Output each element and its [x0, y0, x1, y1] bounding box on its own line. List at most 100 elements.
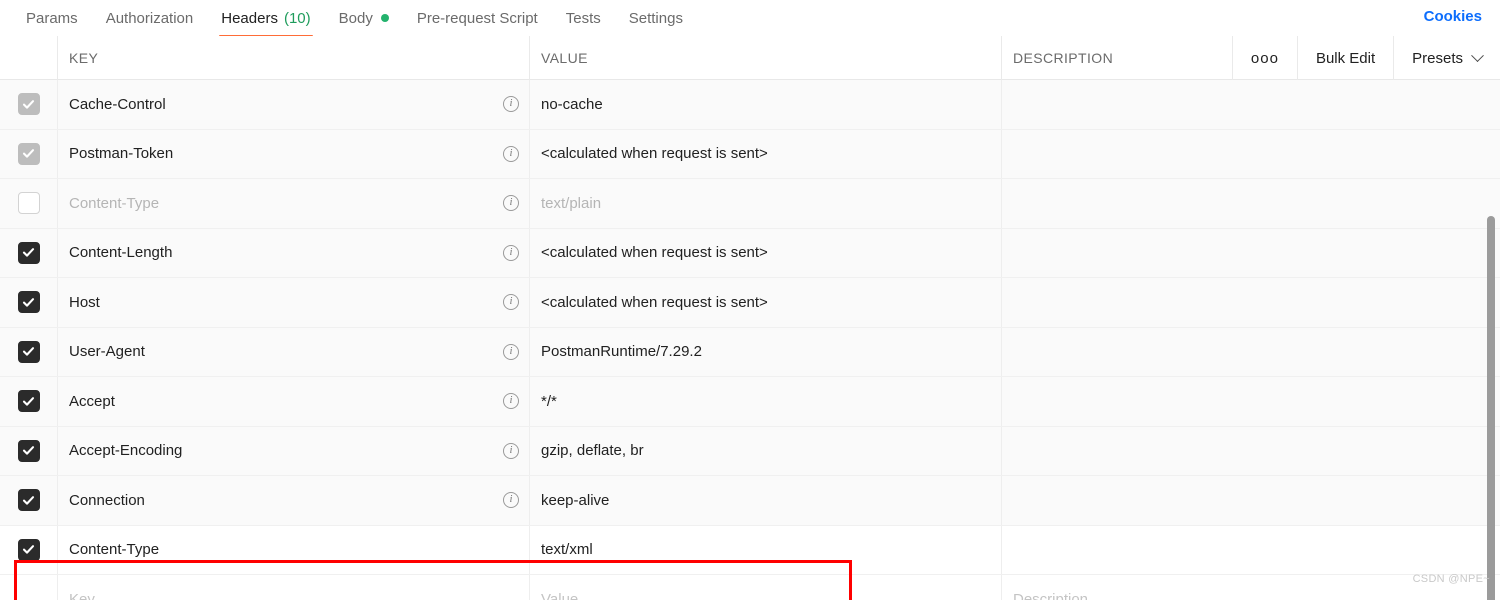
info-icon[interactable]: i — [503, 492, 519, 509]
table-header-row: KEY VALUE DESCRIPTION ooo Bulk Edit Pres… — [0, 36, 1500, 80]
row-key-cell[interactable]: Content-Type — [57, 525, 529, 574]
row-enable-checkbox[interactable] — [17, 489, 40, 512]
row-checkbox-cell — [0, 278, 57, 327]
tab-authorization[interactable]: Authorization — [92, 0, 208, 36]
row-enable-checkbox[interactable] — [17, 142, 40, 165]
row-value-cell[interactable]: no-cache — [529, 80, 1001, 129]
presets-dropdown[interactable]: Presets — [1393, 36, 1500, 80]
info-icon[interactable]: i — [503, 195, 519, 212]
row-enable-checkbox[interactable] — [17, 241, 40, 264]
row-value-cell[interactable]: */* — [529, 377, 1001, 426]
row-value-text: <calculated when request is sent> — [541, 145, 768, 163]
table-row[interactable]: Content-Type i text/plain — [0, 179, 1500, 229]
row-description-cell[interactable] — [1001, 476, 1500, 525]
row-value-cell[interactable]: gzip, deflate, br — [529, 426, 1001, 475]
row-value-cell[interactable]: keep-alive — [529, 476, 1001, 525]
row-key-cell[interactable]: Accept i — [57, 377, 529, 426]
row-enable-checkbox[interactable] — [17, 340, 40, 363]
row-checkbox-cell — [0, 526, 57, 575]
row-value-cell[interactable]: text/xml — [529, 525, 1001, 574]
chevron-down-icon — [1471, 48, 1484, 62]
row-checkbox-cell — [0, 377, 57, 426]
header-cell-key: KEY — [57, 36, 529, 80]
table-row[interactable]: Postman-Token i <calculated when request i… — [0, 129, 1500, 179]
row-key-cell[interactable]: Content-Length i — [57, 228, 529, 277]
table-row[interactable]: Accept-Encoding i gzip, deflate, br — [0, 426, 1500, 476]
row-key-cell[interactable]: Host i — [57, 278, 529, 327]
tab-params[interactable]: Params — [12, 0, 92, 36]
tab-pre-request-script[interactable]: Pre-request Script — [403, 0, 552, 36]
row-description-cell[interactable] — [1001, 377, 1500, 426]
row-value-text: text/xml — [541, 541, 593, 559]
cookies-link[interactable]: Cookies — [1424, 8, 1482, 25]
row-checkbox-cell — [0, 80, 57, 129]
info-icon[interactable]: i — [503, 244, 519, 261]
headers-count-badge: (10) — [283, 9, 311, 27]
info-icon[interactable]: i — [503, 96, 519, 113]
row-description-cell[interactable] — [1001, 80, 1500, 129]
row-key-text: Host — [69, 293, 100, 311]
row-description-cell[interactable] — [1001, 129, 1500, 178]
placeholder-value-input[interactable]: Value — [529, 575, 1001, 600]
bulk-edit-button[interactable]: Bulk Edit — [1296, 36, 1393, 80]
info-icon[interactable]: i — [503, 145, 519, 162]
row-enable-checkbox[interactable] — [17, 192, 40, 215]
row-key-cell[interactable]: Content-Type i — [57, 179, 529, 228]
row-enable-checkbox[interactable] — [17, 291, 40, 314]
placeholder-key-text: Key — [69, 590, 95, 600]
row-value-cell[interactable]: <calculated when request is sent> — [529, 129, 1001, 178]
row-key-text: Cache-Control — [69, 95, 166, 113]
tab-headers[interactable]: Headers (10) — [207, 0, 324, 38]
row-key-cell[interactable]: Cache-Control i — [57, 80, 529, 129]
row-key-cell[interactable]: User-Agent i — [57, 327, 529, 376]
row-description-cell[interactable] — [1001, 278, 1500, 327]
row-description-cell[interactable] — [1001, 426, 1500, 475]
info-icon[interactable]: i — [503, 393, 519, 410]
vertical-scrollbar-track[interactable] — [1487, 124, 1498, 600]
tab-tests[interactable]: Tests — [552, 0, 615, 36]
more-options-icon[interactable]: ooo — [1231, 36, 1297, 80]
row-enable-checkbox[interactable] — [17, 538, 40, 561]
info-icon[interactable]: i — [503, 343, 519, 360]
table-row[interactable]: User-Agent i PostmanRuntime/7.29.2 — [0, 327, 1500, 377]
watermark-text: CSDN @NPE~ — [1412, 573, 1490, 585]
tab-settings[interactable]: Settings — [615, 0, 697, 36]
presets-label: Presets — [1412, 49, 1463, 67]
row-value-cell[interactable]: PostmanRuntime/7.29.2 — [529, 327, 1001, 376]
row-description-cell[interactable] — [1001, 228, 1500, 277]
row-key-cell[interactable]: Accept-Encoding i — [57, 426, 529, 475]
row-description-cell[interactable] — [1001, 525, 1500, 574]
postman-request-pane: Params Authorization Headers (10) Body P… — [0, 0, 1500, 600]
row-value-text: text/plain — [541, 194, 602, 212]
row-enable-checkbox[interactable] — [17, 93, 40, 116]
row-key-text: Content-Type — [69, 194, 160, 212]
header-cell-checkbox — [0, 36, 57, 80]
placeholder-key-input[interactable]: Key — [57, 575, 529, 600]
row-value-cell[interactable]: text/plain — [529, 179, 1001, 228]
table-row[interactable]: Cache-Control i no-cache — [0, 80, 1500, 130]
info-icon[interactable]: i — [503, 442, 519, 459]
row-value-cell[interactable]: <calculated when request is sent> — [529, 228, 1001, 277]
table-row[interactable]: Connection i keep-alive — [0, 476, 1500, 526]
new-header-placeholder-row[interactable]: Key Value Description — [0, 575, 1500, 600]
row-value-cell[interactable]: <calculated when request is sent> — [529, 278, 1001, 327]
placeholder-checkbox-cell — [0, 575, 57, 600]
row-description-cell[interactable] — [1001, 179, 1500, 228]
info-icon[interactable]: i — [503, 294, 519, 311]
table-row[interactable]: Accept i */* — [0, 377, 1500, 427]
vertical-scrollbar-thumb[interactable] — [1487, 216, 1495, 600]
tab-body[interactable]: Body — [325, 0, 403, 36]
tab-label: Headers — [221, 9, 278, 27]
row-description-cell[interactable] — [1001, 327, 1500, 376]
row-key-text: Accept-Encoding — [69, 442, 183, 460]
row-checkbox-cell — [0, 130, 57, 179]
row-key-cell[interactable]: Connection i — [57, 476, 529, 525]
row-value-text: <calculated when request is sent> — [541, 293, 768, 311]
table-row[interactable]: Content-Type text/xml — [0, 525, 1500, 575]
row-key-cell[interactable]: Postman-Token i — [57, 129, 529, 178]
table-row[interactable]: Content-Length i <calculated when request … — [0, 228, 1500, 278]
row-enable-checkbox[interactable] — [17, 390, 40, 413]
row-enable-checkbox[interactable] — [17, 439, 40, 462]
table-row[interactable]: Host i <calculated when request is sent> — [0, 278, 1500, 328]
row-value-text: */* — [541, 392, 557, 410]
